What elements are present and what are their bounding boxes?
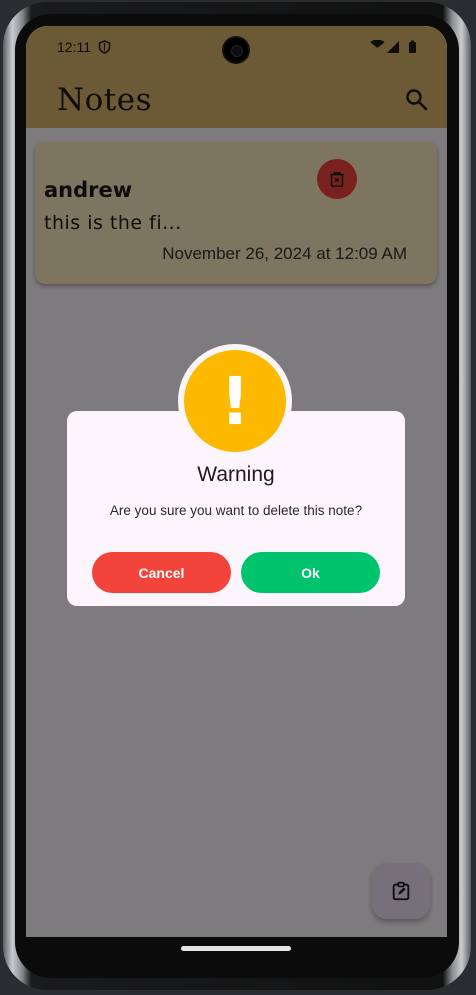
dialog-title: Warning xyxy=(197,463,275,486)
ok-button[interactable]: Ok xyxy=(241,552,380,593)
dialog-message: Are you sure you want to delete this not… xyxy=(109,503,363,518)
home-indicator[interactable] xyxy=(181,946,291,951)
phone-screen: 12:11 Notes xyxy=(26,26,447,937)
warning-icon: ! xyxy=(184,350,286,452)
cancel-button[interactable]: Cancel xyxy=(92,552,231,593)
warning-icon-ring: ! xyxy=(178,344,292,458)
